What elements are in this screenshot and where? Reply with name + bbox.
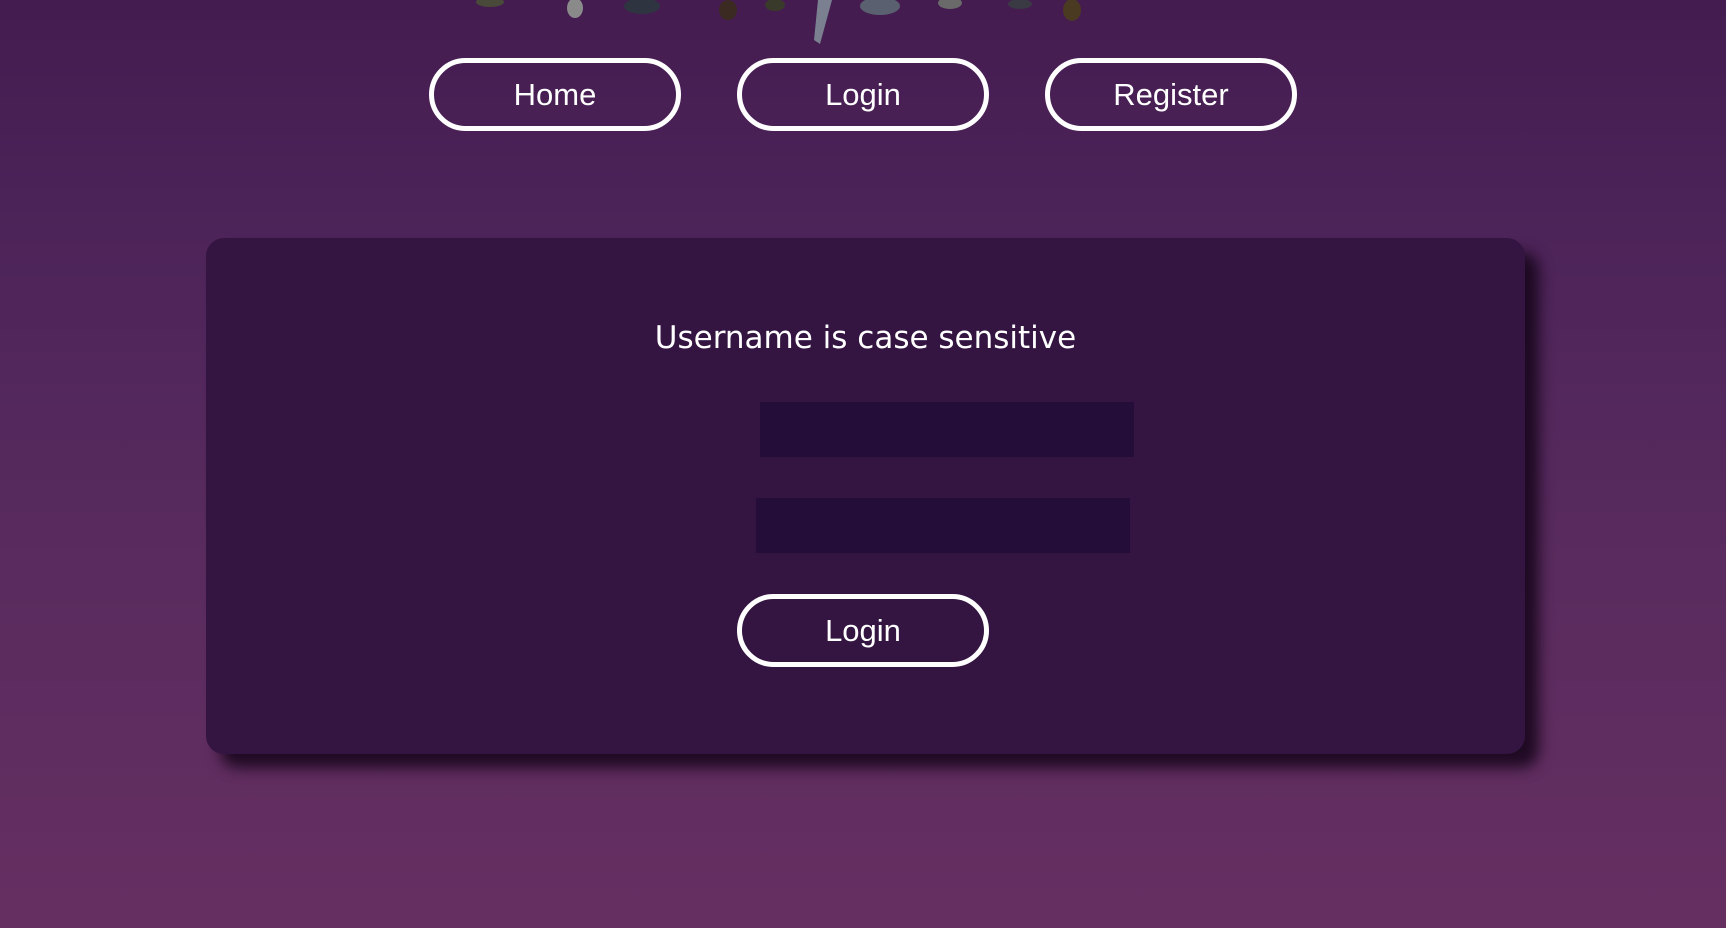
register-button[interactable]: Register bbox=[1045, 58, 1297, 131]
login-card: Username is case sensitive Username: Pas… bbox=[206, 238, 1525, 754]
character-feet-artwork bbox=[476, 0, 1081, 44]
login-submit-button[interactable]: Login bbox=[737, 594, 989, 667]
home-button[interactable]: Home bbox=[429, 58, 681, 131]
top-navigation: Home Login Register bbox=[0, 58, 1726, 138]
login-nav-button[interactable]: Login bbox=[737, 58, 989, 131]
password-input[interactable] bbox=[756, 498, 1130, 553]
banner-artwork bbox=[476, 0, 1081, 44]
username-input[interactable] bbox=[760, 402, 1134, 457]
case-sensitive-notice: Username is case sensitive bbox=[654, 320, 1077, 356]
